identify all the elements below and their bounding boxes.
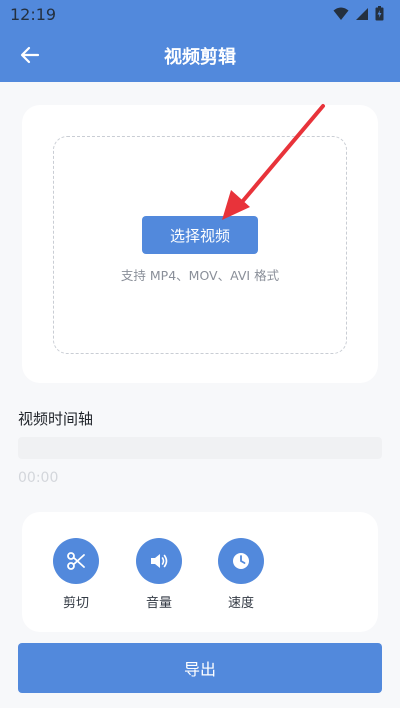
battery-icon [375, 6, 384, 21]
status-bar: 12:19 [0, 0, 400, 28]
page-title: 视频剪辑 [164, 47, 236, 68]
volume-tool-button[interactable]: 音量 [129, 538, 189, 611]
timeline-current-time: 00:00 [18, 470, 59, 486]
wifi-icon [333, 7, 349, 20]
scissors-icon [67, 552, 85, 570]
clock-icon [233, 553, 249, 569]
speed-tool-label: 速度 [227, 596, 254, 611]
export-button[interactable]: 导出 [18, 643, 382, 693]
status-icons [333, 6, 384, 21]
tools-card: 剪切 音量 速度 [22, 512, 378, 632]
signal-icon [356, 7, 368, 20]
app-bar: 视频剪辑 [0, 28, 400, 82]
cut-tool-button[interactable]: 剪切 [46, 538, 106, 611]
speed-tool-circle [218, 538, 264, 584]
volume-icon [151, 554, 168, 568]
cut-tool-label: 剪切 [62, 596, 89, 611]
cut-tool-circle [53, 538, 99, 584]
timeline-title: 视频时间轴 [18, 410, 94, 428]
volume-tool-label: 音量 [145, 596, 172, 611]
select-video-button[interactable]: 选择视频 [142, 216, 258, 254]
volume-tool-circle [136, 538, 182, 584]
supported-formats-hint: 支持 MP4、MOV、AVI 格式 [120, 268, 280, 283]
speed-tool-button[interactable]: 速度 [211, 538, 271, 611]
status-time: 12:19 [10, 5, 57, 24]
timeline-track[interactable] [18, 437, 382, 459]
